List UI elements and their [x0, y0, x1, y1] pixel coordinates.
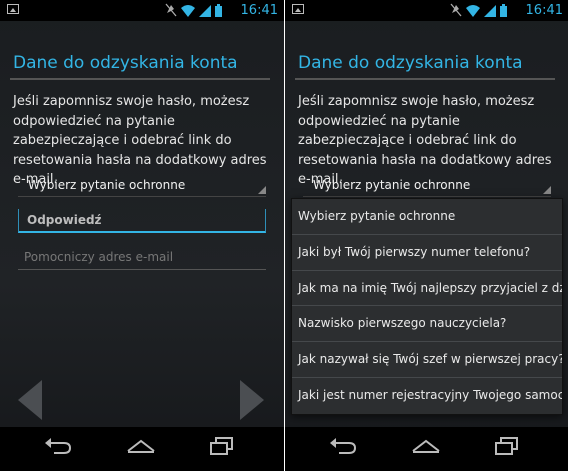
navigation-bar — [285, 427, 568, 471]
dropdown-option[interactable]: Wybierz pytanie ochronne — [292, 199, 562, 235]
dropdown-option[interactable]: Jak nazywał się Twój szef w pierwszej pr… — [292, 342, 562, 378]
security-question-spinner[interactable]: Wybierz pytanie ochronne — [18, 176, 266, 197]
recent-apps-icon[interactable] — [493, 435, 521, 457]
back-icon[interactable] — [44, 435, 72, 455]
screen-question-dropdown: 16:41 Dane do odzyskania konta Jeśli zap… — [285, 0, 568, 471]
spinner-label: Wybierz pytanie ochronne — [28, 178, 186, 192]
dropdown-option[interactable]: Nazwisko pierwszego nauczyciela? — [292, 306, 562, 343]
signal-icon — [484, 5, 496, 17]
email-placeholder: Pomocniczy adres e-mail — [24, 250, 174, 264]
spinner-arrow-icon — [258, 186, 266, 194]
battery-icon — [215, 4, 222, 17]
security-question-spinner[interactable]: Wybierz pytanie ochronne — [303, 176, 551, 197]
description-text: Jeśli zapomnisz swoje hasło, możesz odpo… — [13, 94, 267, 187]
image-notification-icon — [292, 4, 304, 14]
dropdown-option[interactable]: Jaki był Twój pierwszy numer telefonu? — [292, 235, 562, 271]
navigation-bar — [0, 427, 284, 471]
image-notification-icon — [7, 4, 19, 14]
answer-field[interactable]: Odpowiedź — [18, 209, 266, 233]
wifi-icon — [466, 5, 480, 17]
spinner-label: Wybierz pytanie ochronne — [313, 178, 471, 192]
clock: 16:41 — [525, 3, 563, 18]
next-arrow-icon[interactable] — [240, 380, 264, 420]
description-text: Jeśli zapomnisz swoje hasło, możesz odpo… — [298, 94, 552, 187]
signal-icon — [199, 5, 211, 17]
home-icon[interactable] — [411, 435, 441, 455]
battery-icon — [500, 4, 507, 17]
mute-icon — [450, 3, 462, 17]
dropdown-option[interactable]: Jaki jest numer rejestracyjny Twojego sa… — [292, 378, 562, 414]
title-divider — [10, 78, 270, 80]
backup-email-field[interactable]: Pomocniczy adres e-mail — [18, 247, 266, 270]
status-bar: 16:41 — [0, 0, 284, 21]
answer-placeholder: Odpowiedź — [27, 213, 102, 227]
screen-recovery-form: 16:41 Dane do odzyskania konta Jeśli zap… — [0, 0, 284, 471]
clock: 16:41 — [240, 3, 278, 18]
spinner-arrow-icon — [543, 186, 551, 194]
previous-arrow-icon[interactable] — [18, 380, 42, 420]
back-icon[interactable] — [329, 435, 357, 455]
home-icon[interactable] — [126, 435, 156, 455]
wifi-icon — [181, 5, 195, 17]
status-bar: 16:41 — [285, 0, 568, 21]
security-question-dropdown: Wybierz pytanie ochronne Jaki był Twój p… — [291, 198, 563, 415]
dropdown-option[interactable]: Jak ma na imię Twój najlepszy przyjaciel… — [292, 271, 562, 307]
mute-icon — [165, 3, 177, 17]
recent-apps-icon[interactable] — [208, 435, 236, 457]
page-title: Dane do odzyskania konta — [298, 53, 523, 73]
title-divider — [295, 78, 555, 80]
page-title: Dane do odzyskania konta — [13, 53, 238, 73]
